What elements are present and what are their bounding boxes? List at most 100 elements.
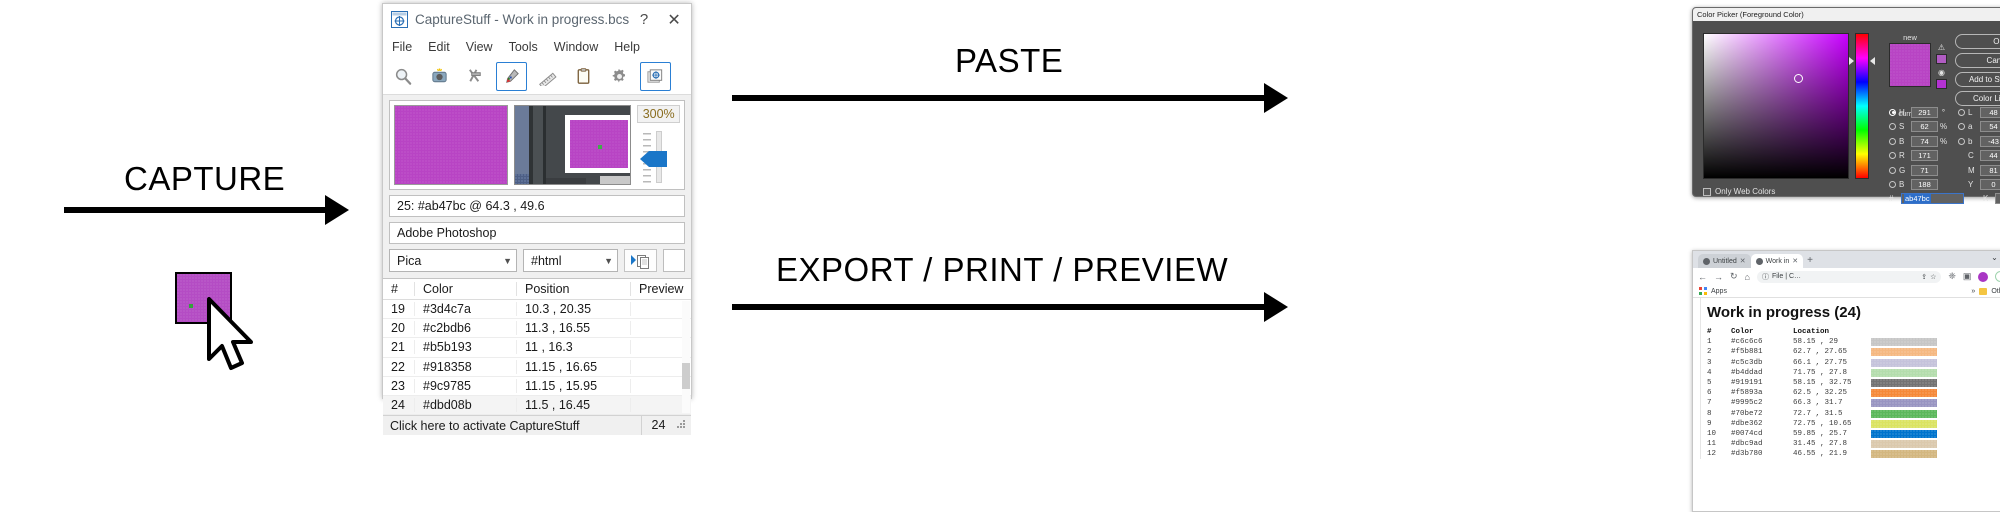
menu-item-file[interactable]: File — [392, 40, 412, 54]
gamut-warning-icon[interactable]: ⚠ — [1936, 43, 1947, 52]
ok-button[interactable]: OK — [1955, 34, 2000, 49]
update-button[interactable]: Update — [1995, 271, 2000, 282]
ruler-icon[interactable] — [532, 62, 563, 91]
gamut-warning-swatch[interactable] — [1936, 54, 1947, 64]
value-l[interactable]: 48 — [1980, 106, 2000, 118]
web-safe-swatch[interactable] — [1936, 79, 1947, 89]
radio-a[interactable] — [1958, 123, 1965, 131]
new-current-color-swatch[interactable] — [1889, 43, 1931, 87]
close-tab-icon[interactable]: ✕ — [1792, 257, 1798, 265]
close-tab-icon[interactable]: ✕ — [1740, 257, 1746, 265]
cancel-button[interactable]: Cancel — [1955, 53, 2000, 68]
radio-b-brightness[interactable] — [1889, 137, 1896, 145]
value-y[interactable]: 0 — [1980, 179, 2000, 191]
layers-target-icon[interactable] — [640, 62, 671, 91]
value-b-brightness[interactable]: 74 — [1911, 135, 1938, 147]
side-panel-icon[interactable]: ▣ — [1963, 271, 1972, 282]
zoom-slider-thumb[interactable] — [648, 151, 667, 167]
web-safe-warning-icon[interactable]: ◉ — [1936, 68, 1947, 77]
clipboard-icon[interactable] — [568, 62, 599, 91]
magnifier-icon[interactable] — [388, 62, 419, 91]
resize-grip-icon[interactable] — [675, 418, 691, 433]
add-to-swatches-button[interactable]: Add to Swatches — [1955, 72, 2000, 87]
bookmark-apps-label[interactable]: Apps — [1711, 288, 1727, 295]
copy-to-clipboard-button[interactable] — [624, 249, 657, 272]
value-a[interactable]: 54 — [1980, 121, 2000, 133]
page-cell-color: #919191 — [1731, 379, 1763, 388]
color-field-selector[interactable] — [1794, 74, 1803, 83]
table-row[interactable]: 20 #c2bdb6 11.3 , 16.55 — [383, 319, 691, 339]
hue-slider[interactable] — [1849, 33, 1875, 179]
camera-icon[interactable] — [424, 62, 455, 91]
only-web-colors-checkbox[interactable]: Only Web Colors — [1703, 187, 1775, 196]
radio-s[interactable] — [1889, 123, 1896, 131]
menu-item-help[interactable]: Help — [614, 40, 640, 54]
unit-select[interactable]: Pica ▼ — [389, 249, 517, 272]
status-message[interactable]: Click here to activate CaptureStuff — [383, 419, 641, 433]
value-c[interactable]: 44 — [1980, 150, 2000, 162]
bookmarks-overflow-icon[interactable]: » — [1971, 288, 1975, 295]
back-icon[interactable]: ← — [1698, 272, 1707, 282]
table-row[interactable]: 19 #3d4c7a 10.3 , 20.35 — [383, 300, 691, 320]
value-m[interactable]: 81 — [1980, 164, 2000, 176]
browser-tab-work-in-progress[interactable]: Work in ✕ — [1750, 254, 1804, 268]
address-bar[interactable]: ⓘ File | C… ⇪ ☆ — [1756, 270, 1942, 283]
column-header-index[interactable]: # — [383, 282, 415, 296]
help-button[interactable]: ? — [629, 6, 659, 34]
table-scrollbar[interactable] — [682, 301, 690, 414]
table-scrollbar-thumb[interactable] — [682, 363, 690, 389]
checkbox-box[interactable] — [1703, 187, 1711, 196]
extensions-icon[interactable]: ❈ — [1948, 271, 1956, 282]
radio-g[interactable] — [1889, 166, 1896, 174]
menu-item-tools[interactable]: Tools — [509, 40, 538, 54]
table-row[interactable]: 22 #918358 11.15 , 16.65 — [383, 358, 691, 377]
radio-l[interactable] — [1958, 108, 1965, 116]
zoom-slider[interactable]: 300% — [637, 105, 680, 185]
folder-icon[interactable] — [1979, 287, 1988, 295]
value-b-lab[interactable]: -43 — [1980, 135, 2000, 147]
value-h[interactable]: 291 — [1911, 106, 1938, 118]
new-tab-button[interactable]: + — [1807, 255, 1813, 266]
value-r[interactable]: 171 — [1911, 150, 1938, 162]
column-header-position[interactable]: Position — [517, 282, 631, 296]
tab-search-icon[interactable]: ⌄ — [1991, 253, 1998, 262]
hex-input[interactable]: ab47bc — [1901, 193, 1964, 204]
table-row[interactable]: 24 #dbd08b 11.5 , 16.45 — [383, 395, 691, 416]
page-info-icon[interactable]: ⓘ — [1762, 272, 1769, 282]
close-button[interactable]: ✕ — [659, 6, 689, 34]
menu-item-window[interactable]: Window — [554, 40, 598, 54]
forward-icon[interactable]: → — [1714, 272, 1723, 282]
color-libraries-button[interactable]: Color Libraries — [1955, 91, 2000, 106]
column-header-preview[interactable]: Preview — [631, 282, 691, 296]
value-k[interactable]: 0 — [1995, 193, 2000, 204]
color-picker-titlebar[interactable]: Color Picker (Foreground Color) ✕ — [1693, 8, 2000, 21]
capturestuff-titlebar[interactable]: CaptureStuff - Work in progress.bcs ? ✕ — [383, 4, 691, 35]
home-icon[interactable]: ⌂ — [1745, 272, 1750, 282]
column-header-color[interactable]: Color — [415, 282, 517, 296]
menu-item-edit[interactable]: Edit — [428, 40, 450, 54]
format-select[interactable]: #html ▼ — [523, 249, 618, 272]
saturation-brightness-field[interactable] — [1703, 33, 1849, 179]
value-g[interactable]: 71 — [1911, 164, 1938, 176]
value-s[interactable]: 62 — [1911, 121, 1938, 133]
color-field-row-right: L 48 — [1958, 106, 2000, 118]
bookmark-star-icon[interactable]: ☆ — [1930, 273, 1936, 281]
radio-h[interactable] — [1889, 108, 1896, 116]
radio-r[interactable] — [1889, 152, 1896, 160]
apps-grid-icon[interactable] — [1699, 287, 1707, 295]
menu-item-view[interactable]: View — [466, 40, 493, 54]
radio-b-lab[interactable] — [1958, 137, 1965, 145]
export-output-field[interactable] — [663, 249, 685, 272]
radio-b-blue[interactable] — [1889, 181, 1896, 189]
profile-avatar[interactable] — [1978, 271, 1989, 282]
eyedropper-icon[interactable] — [496, 62, 527, 91]
reload-icon[interactable]: ↻ — [1730, 271, 1738, 282]
table-row[interactable]: 23 #9c9785 11.15 , 15.95 — [383, 377, 691, 396]
caliper-icon[interactable] — [460, 62, 491, 91]
other-bookmarks-label[interactable]: Other bookmarks — [1991, 288, 2000, 295]
gear-icon[interactable] — [604, 62, 635, 91]
table-row[interactable]: 21 #b5b193 11 , 16.3 — [383, 338, 691, 358]
share-icon[interactable]: ⇪ — [1921, 273, 1927, 281]
browser-tab-untitled[interactable]: Untitled ✕ — [1698, 254, 1751, 268]
value-b-blue[interactable]: 188 — [1911, 179, 1938, 191]
